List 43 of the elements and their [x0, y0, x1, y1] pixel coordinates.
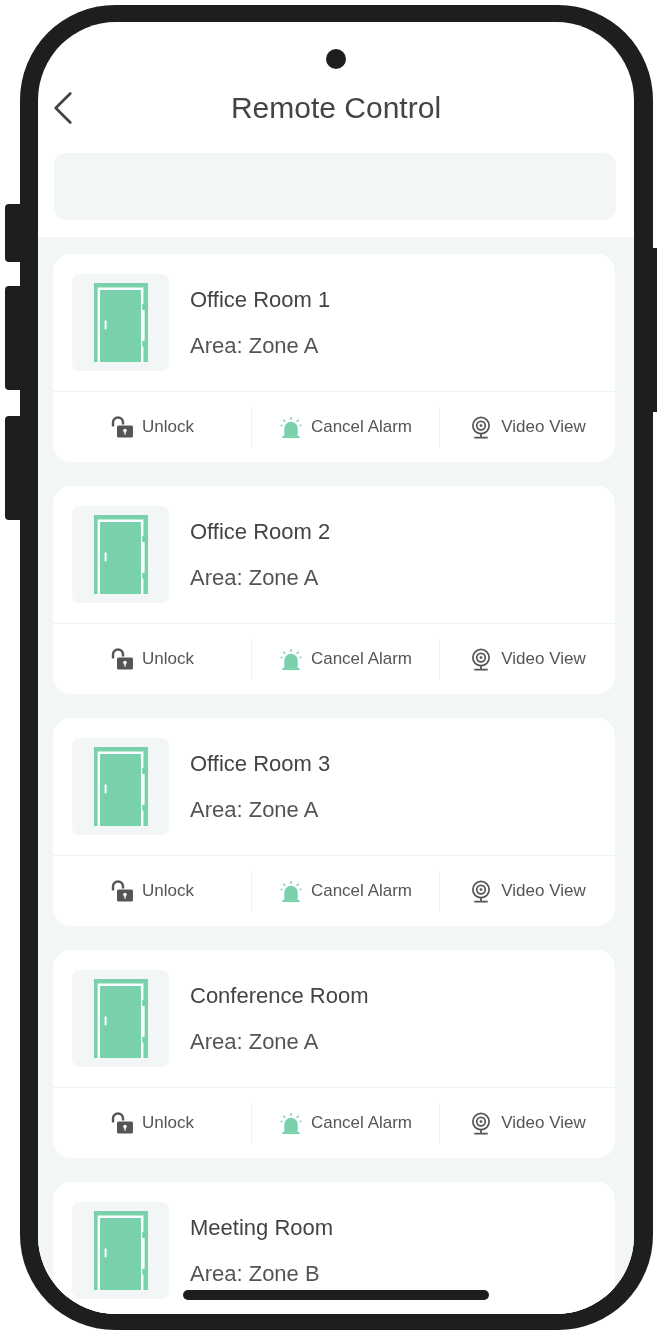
alarm-light-icon	[278, 1111, 303, 1135]
alarm-light-icon	[278, 415, 303, 439]
open-padlock-icon	[110, 647, 134, 671]
cancel-alarm-button[interactable]: Cancel Alarm	[251, 639, 439, 679]
door-icon	[93, 1211, 148, 1290]
room-card[interactable]: Meeting Room Area: Zone B	[53, 1182, 615, 1314]
room-area: Area: Zone A	[190, 796, 331, 823]
alarm-light-icon	[278, 879, 303, 903]
open-padlock-icon	[110, 879, 134, 903]
video-view-button[interactable]: Video View	[439, 407, 615, 447]
camera-dot	[326, 49, 346, 69]
room-name: Office Room 3	[190, 750, 331, 777]
unlock-button[interactable]: Unlock	[53, 639, 251, 679]
screen-title: Remote Control	[230, 91, 442, 125]
room-card[interactable]: Office Room 2 Area: Zone A Unlock Cancel Alarm Video View	[53, 486, 615, 694]
unlock-button[interactable]: Unlock	[53, 871, 251, 911]
room-card[interactable]: Office Room 1 Area: Zone A Unlock Cancel Alarm Video View	[53, 254, 615, 462]
room-area: Area: Zone B	[190, 1260, 334, 1287]
unlock-button[interactable]: Unlock	[53, 407, 251, 447]
video-view-button[interactable]: Video View	[439, 871, 615, 911]
room-area: Area: Zone A	[190, 564, 331, 591]
alarm-light-icon	[278, 647, 303, 671]
room-area: Area: Zone A	[190, 332, 331, 359]
video-view-button[interactable]: Video View	[439, 639, 615, 679]
room-name: Office Room 1	[190, 286, 331, 313]
open-padlock-icon	[110, 415, 134, 439]
door-icon	[93, 283, 148, 362]
room-name: Meeting Room	[190, 1214, 334, 1241]
unlock-button[interactable]: Unlock	[53, 1103, 251, 1143]
room-name: Office Room 2	[190, 518, 331, 545]
door-icon	[93, 979, 148, 1058]
room-area: Area: Zone A	[190, 1028, 369, 1055]
room-card[interactable]: Office Room 3 Area: Zone A Unlock Cancel Alarm Video View	[53, 718, 615, 926]
cancel-alarm-button[interactable]: Cancel Alarm	[251, 871, 439, 911]
door-icon	[93, 515, 148, 594]
room-card[interactable]: Conference Room Area: Zone A Unlock Cancel Alarm Video View	[53, 950, 615, 1158]
cancel-alarm-button[interactable]: Cancel Alarm	[251, 407, 439, 447]
door-icon	[93, 747, 148, 826]
back-icon[interactable]	[53, 91, 73, 125]
room-name: Conference Room	[190, 982, 369, 1009]
cancel-alarm-button[interactable]: Cancel Alarm	[251, 1103, 439, 1143]
open-padlock-icon	[110, 1111, 134, 1135]
video-view-button[interactable]: Video View	[439, 1103, 615, 1143]
